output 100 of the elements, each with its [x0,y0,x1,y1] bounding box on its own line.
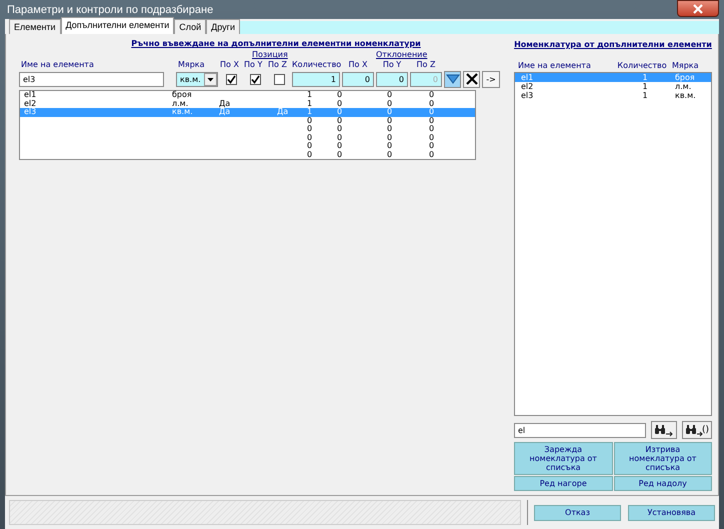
checkbox[interactable] [274,74,284,84]
dialog-button[interactable]: Установява [628,504,715,520]
triangle-down-icon [446,74,460,84]
column-header: Количество [616,61,668,70]
list-row[interactable]: 0 0 0 0 [20,125,475,134]
list-cell-text: 0 [337,100,344,108]
group-label: Отклонение [376,50,428,59]
list-cell-text: броя [675,73,696,82]
list-cell-text: 0 [387,134,394,142]
column-header: Име на елемента [20,60,95,69]
list-cell-text: el1 [24,91,38,100]
list-cell-text: 0 [387,100,394,108]
cross-icon [466,73,478,85]
list-row[interactable]: 0 0 0 0 [20,116,475,125]
find-button[interactable] [650,421,677,439]
list-cell-text: 0 [429,91,436,100]
list-cell-text: 0 [307,150,314,159]
binoculars-icon [684,424,703,436]
list-cell-text: Да [219,100,232,108]
list-cell-text: 0 [429,142,436,150]
list-row[interactable]: el2 л.м. Да 1 0 0 0 [20,100,475,108]
list-cell-text: 0 [429,108,436,116]
column-header: Мярка [672,61,700,70]
column-header: Количество [292,60,340,69]
tab[interactable]: Допълнителни елементи [60,17,174,34]
list-row[interactable]: 0 0 0 0 [20,142,475,150]
list-row[interactable]: 0 0 0 0 [20,150,475,159]
list-cell-text: 0 [337,150,344,159]
list-cell-text: Да [277,108,290,116]
column-header: По Z [416,60,436,69]
column-header: По Z [268,60,288,69]
list-row[interactable]: el1 броя 1 0 0 0 [20,91,475,100]
dropdown-button[interactable] [444,70,461,88]
list-cell-text: 0 [307,134,314,142]
list-cell-text: л.м. [172,100,188,108]
close-icon [692,4,704,14]
list-cell-text: 0 [387,108,394,116]
unit-dropdown[interactable]: кв.м. [176,72,218,86]
list-cell-text: 0 [337,91,344,100]
list-cell-text: 0 [337,116,344,125]
list-cell-text: 0 [307,116,314,125]
group-label: Позиция [252,50,288,59]
list-cell-text: 0 [387,150,394,159]
list-cell-text: 0 [387,91,394,100]
list-cell-text: 0 [387,116,394,125]
name-field[interactable]: el3 [19,72,164,86]
list-cell-text: Да [219,108,232,116]
list-cell-text: кв.м. [172,108,194,116]
list-cell-text: 0 [387,125,394,134]
dialog-button[interactable]: Отказ [534,504,621,520]
list-cell-text: el2 [521,82,534,91]
list-cell-text: 0 [337,134,344,142]
delete-button[interactable] [463,70,480,88]
list-cell-text: 1 [641,91,649,100]
binoculars-icon [654,424,674,436]
list-row[interactable]: 0 0 0 0 [20,134,475,142]
section-title: Ръчно въвеждане на допълнителни елементни номенклатури [130,39,422,48]
action-button[interactable]: Ред надолу [614,476,712,491]
action-button[interactable]: Зарежда номеклатура от списъка [514,442,612,475]
list-row[interactable]: el2 1 л.м. [515,82,711,91]
checkbox[interactable] [226,74,236,84]
tab[interactable]: Слой [174,19,206,34]
list-cell-text: 0 [429,100,436,108]
section-title: Номенклатура от допълнителни елементи [514,40,712,51]
checkbox[interactable] [250,74,260,84]
deviation-field[interactable]: 0 [342,72,374,86]
deviation-field[interactable]: 0 [376,72,408,86]
close-button[interactable] [677,0,719,17]
list-cell-text: 0 [429,150,436,159]
search-field[interactable]: el [514,422,646,438]
list-cell-text: el1 [521,73,534,82]
column-header: По X [220,60,240,69]
list-cell-text: кв.м. [675,91,697,100]
nomenclature-list[interactable]: el1 1 броя el2 1 л.м. el3 1 кв.м. [514,72,712,416]
column-header: По Y [382,60,402,69]
column-header: Мярка [177,60,206,69]
find-all-button[interactable]: () [682,421,712,439]
list-cell-text: 0 [337,142,344,150]
column-header: По Y [244,60,264,69]
quantity-field[interactable]: 1 [292,72,340,86]
list-cell-text: 1 [641,73,649,82]
column-header: По X [348,60,368,69]
list-cell-text: л.м. [675,82,692,91]
list-row[interactable]: el3 1 кв.м. [515,91,711,100]
list-cell-text: 1 [307,108,314,116]
list-cell-text: броя [172,91,193,100]
tab[interactable]: Елементи [9,19,61,34]
list-cell-text: 0 [337,125,344,134]
tab[interactable]: Други [206,19,240,34]
action-button[interactable]: Изтрива номеклатура от списъка [614,442,712,475]
arrow-button[interactable]: -> [482,70,500,88]
list-cell-text: el3 [521,91,534,100]
list-cell-text: 0 [429,125,436,134]
element-list[interactable]: el1 броя 1 0 0 0 el2 л.м. Да 1 0 0 0 el3 кв.м. Да Да 1 0 0 0 0 0 0 0 0 0 0 0 0 0 0 0 0 0 0 0 0 0 0 0 [19,90,476,160]
list-cell-text: 1 [641,82,649,91]
window-title: Параметри и контроли по подразбиране [6,4,214,16]
column-header: Име на елемента [518,61,592,70]
list-cell-text: 0 [387,142,394,150]
list-cell-text: 0 [307,142,314,150]
action-button[interactable]: Ред нагоре [514,476,612,491]
